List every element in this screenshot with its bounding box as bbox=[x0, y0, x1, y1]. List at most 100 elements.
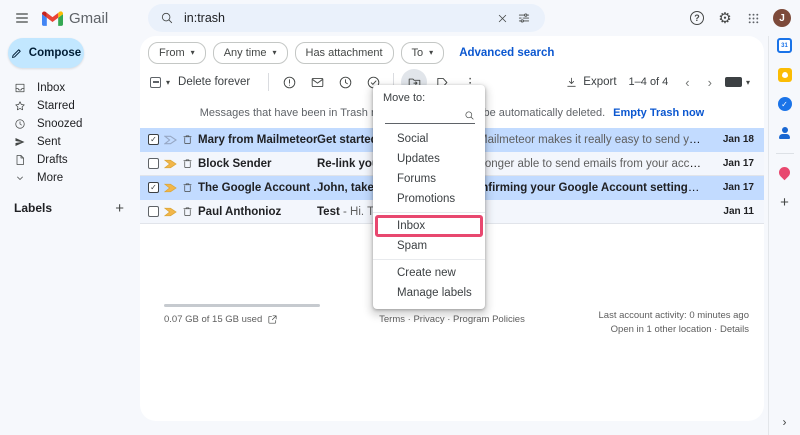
input-tools-button[interactable]: ▾ bbox=[725, 77, 750, 87]
mark-read-button[interactable] bbox=[304, 69, 330, 95]
apps-button[interactable] bbox=[741, 6, 765, 30]
importance-marker-icon bbox=[164, 183, 177, 193]
search-options-button[interactable] bbox=[513, 7, 535, 29]
annotation-highlight-box bbox=[375, 215, 483, 237]
get-addons-button[interactable]: + bbox=[780, 195, 789, 210]
close-icon bbox=[496, 12, 509, 25]
chip-from[interactable]: From▾ bbox=[148, 42, 206, 64]
download-icon bbox=[565, 76, 578, 89]
gear-icon: ⚙ bbox=[718, 11, 731, 26]
menu-item-promotions[interactable]: Promotions bbox=[373, 189, 485, 209]
trash-badge-icon bbox=[182, 182, 193, 193]
email-subject: Test bbox=[317, 206, 340, 218]
clear-search-button[interactable] bbox=[491, 7, 513, 29]
menu-item-inbox[interactable]: Inbox bbox=[373, 216, 485, 236]
help-button[interactable]: ? bbox=[685, 6, 709, 30]
menu-item-create-new[interactable]: Create new bbox=[373, 263, 485, 283]
sidebar-nav: Inbox Starred Snoozed Sent Drafts More bbox=[0, 79, 140, 187]
menu-item-forums[interactable]: Forums bbox=[373, 169, 485, 189]
header-actions: ? ⚙ J bbox=[685, 0, 800, 36]
report-spam-button[interactable] bbox=[276, 69, 302, 95]
menu-item-manage-labels[interactable]: Manage labels bbox=[373, 283, 485, 303]
main-menu-button[interactable] bbox=[8, 4, 36, 32]
sidebar-item-inbox[interactable]: Inbox bbox=[0, 79, 140, 97]
calendar-icon[interactable]: 31 bbox=[777, 38, 792, 53]
snooze-button[interactable] bbox=[332, 69, 358, 95]
export-label: Export bbox=[583, 76, 616, 88]
gmail-logo[interactable]: Gmail bbox=[42, 10, 108, 27]
addon-icon[interactable] bbox=[777, 165, 793, 181]
sidebar-item-label: Drafts bbox=[37, 154, 68, 166]
chevron-down-icon: ▾ bbox=[746, 78, 750, 87]
menu-divider bbox=[373, 259, 485, 260]
draft-icon bbox=[14, 154, 26, 166]
chip-any-time[interactable]: Any time▾ bbox=[213, 42, 288, 64]
sidebar-item-starred[interactable]: Starred bbox=[0, 97, 140, 115]
apps-grid-icon bbox=[747, 12, 760, 25]
email-date: Jan 17 bbox=[712, 182, 754, 193]
menu-divider bbox=[373, 212, 485, 213]
envelope-icon bbox=[310, 75, 325, 90]
pencil-icon bbox=[11, 47, 23, 59]
move-to-search-input[interactable] bbox=[385, 107, 475, 124]
advanced-search-link[interactable]: Advanced search bbox=[459, 47, 554, 59]
panel-divider bbox=[776, 153, 794, 154]
sidebar-item-sent[interactable]: Sent bbox=[0, 133, 140, 151]
trash-badge-icon bbox=[182, 134, 193, 145]
email-snippet: - Mailmeteor makes it really easy to sen… bbox=[471, 134, 704, 146]
labels-header: Labels bbox=[14, 201, 115, 215]
indeterminate-dash bbox=[153, 81, 159, 83]
search-bar[interactable] bbox=[148, 4, 545, 32]
account-avatar[interactable]: J bbox=[773, 9, 791, 27]
sidebar-item-drafts[interactable]: Drafts bbox=[0, 151, 140, 169]
header: Gmail ? ⚙ J bbox=[0, 0, 800, 36]
account-activity: Last account activity: 0 minutes ago Ope… bbox=[599, 309, 750, 338]
location-details-text[interactable]: Open in 1 other location · Details bbox=[599, 323, 750, 337]
toolbar-divider bbox=[268, 73, 269, 91]
email-sender: Mary from Mailmeteor bbox=[198, 134, 317, 146]
importance-marker-icon bbox=[164, 207, 177, 217]
chip-has-attachment[interactable]: Has attachment bbox=[295, 42, 394, 64]
older-page-button[interactable]: › bbox=[703, 75, 717, 90]
menu-item-spam[interactable]: Spam bbox=[373, 236, 485, 256]
keyboard-icon bbox=[725, 77, 742, 87]
storage-quota-bar bbox=[164, 304, 320, 307]
menu-item-social[interactable]: Social bbox=[373, 129, 485, 149]
email-date: Jan 11 bbox=[712, 206, 754, 217]
search-input[interactable] bbox=[184, 11, 491, 25]
move-to-menu: Move to: Social Updates Forums Promotion… bbox=[373, 85, 485, 309]
person-head bbox=[782, 127, 788, 133]
chip-label: To bbox=[412, 47, 424, 59]
hide-side-panel-button[interactable]: › bbox=[769, 415, 800, 429]
chip-to[interactable]: To▾ bbox=[401, 42, 445, 64]
delete-forever-button[interactable]: Delete forever bbox=[178, 76, 250, 88]
contacts-icon[interactable] bbox=[779, 127, 790, 139]
sidebar-item-snoozed[interactable]: Snoozed bbox=[0, 115, 140, 133]
importance-marker-icon bbox=[164, 159, 177, 169]
email-sender: Paul Anthonioz bbox=[198, 206, 317, 218]
sidebar-item-label: Snoozed bbox=[37, 118, 82, 130]
empty-trash-link[interactable]: Empty Trash now bbox=[613, 107, 704, 119]
keep-icon[interactable] bbox=[778, 68, 792, 82]
select-dropdown-caret[interactable]: ▾ bbox=[166, 78, 170, 87]
sidebar-item-label: Sent bbox=[37, 136, 61, 148]
email-date: Jan 17 bbox=[712, 158, 754, 169]
newer-page-button[interactable]: ‹ bbox=[680, 75, 694, 90]
row-checkbox[interactable] bbox=[148, 134, 159, 145]
menu-item-updates[interactable]: Updates bbox=[373, 149, 485, 169]
compose-label: Compose bbox=[29, 47, 81, 59]
left-sidebar: Compose Inbox Starred Snoozed Sent Draft… bbox=[0, 36, 140, 435]
create-label-button[interactable]: + bbox=[115, 201, 124, 216]
settings-button[interactable]: ⚙ bbox=[713, 6, 737, 30]
row-checkbox[interactable] bbox=[148, 158, 159, 169]
tasks-icon[interactable]: ✓ bbox=[778, 97, 792, 111]
compose-button[interactable]: Compose bbox=[8, 38, 84, 68]
select-all-checkbox[interactable] bbox=[150, 77, 161, 88]
clock-icon bbox=[14, 118, 26, 130]
search-icon bbox=[160, 11, 174, 25]
sidebar-item-more[interactable]: More bbox=[0, 169, 140, 187]
trash-badge-icon bbox=[182, 206, 193, 217]
row-checkbox[interactable] bbox=[148, 206, 159, 217]
row-checkbox[interactable] bbox=[148, 182, 159, 193]
export-button[interactable]: Export bbox=[565, 76, 616, 89]
